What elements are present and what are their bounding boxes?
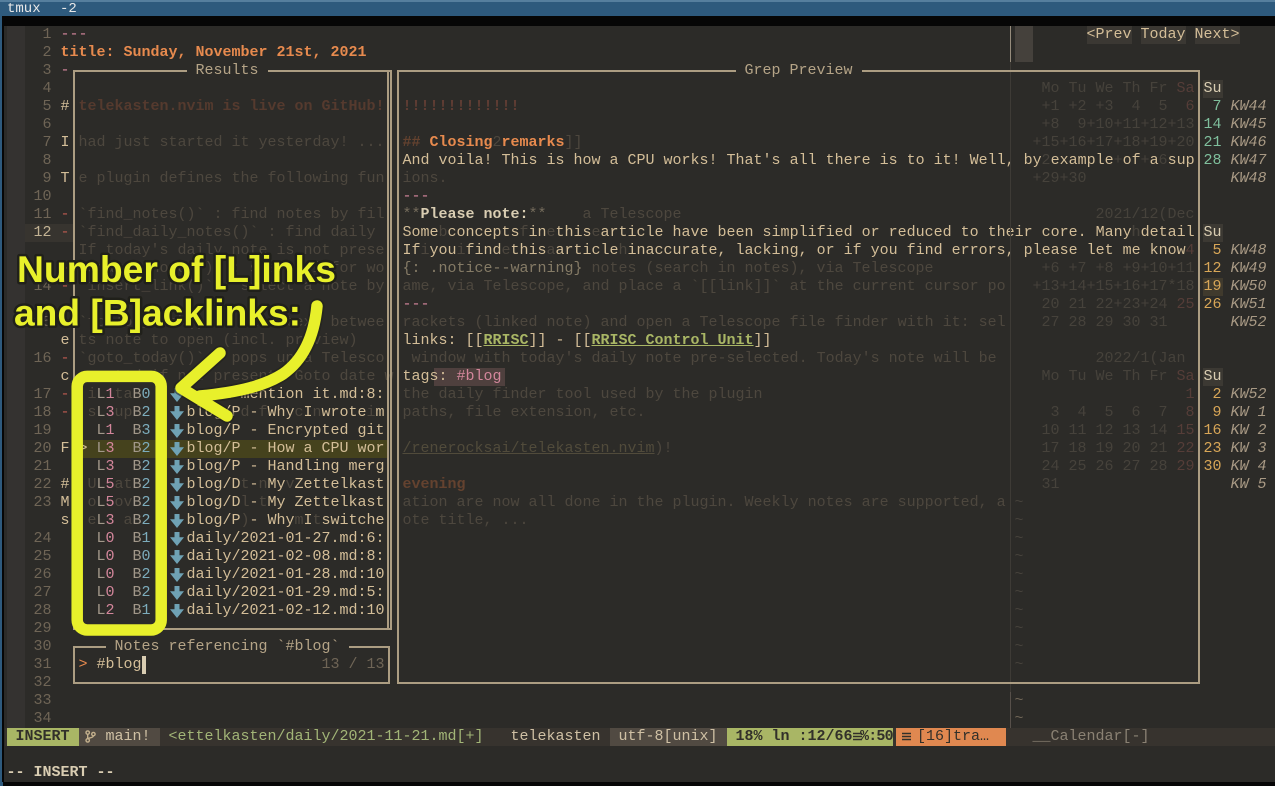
svg-text:Number of [L]inks: Number of [L]inks (17, 248, 336, 290)
svg-text:and [B]acklinks:: and [B]acklinks: (14, 292, 301, 334)
